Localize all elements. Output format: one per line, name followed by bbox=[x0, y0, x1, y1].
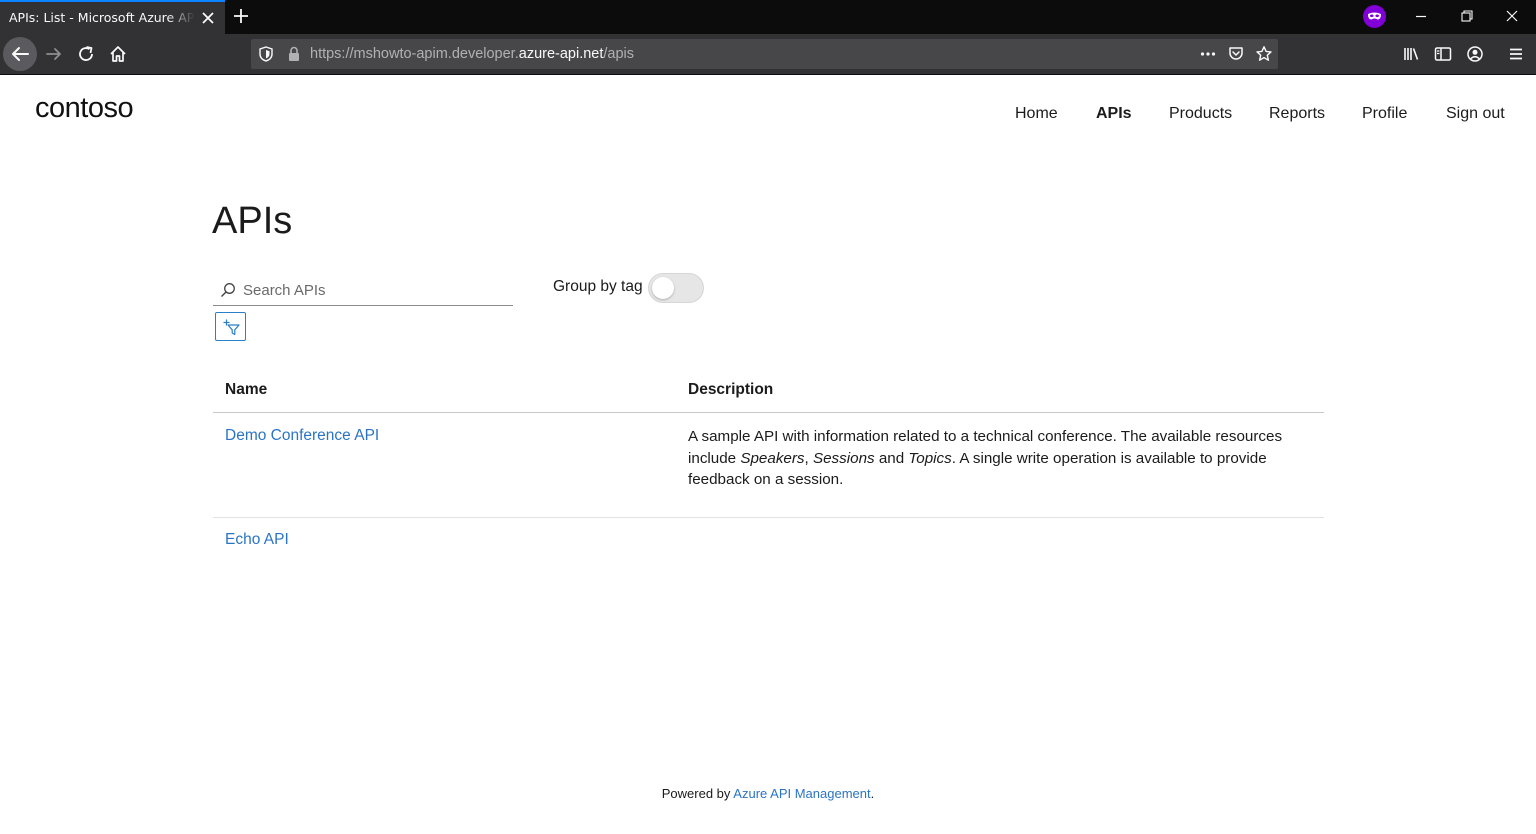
page-footer: Powered by Azure API Management. bbox=[0, 786, 1536, 801]
close-tab-icon[interactable] bbox=[200, 10, 216, 26]
reload-icon[interactable] bbox=[76, 44, 96, 64]
nav-reports[interactable]: Reports bbox=[1269, 105, 1325, 123]
arrow-left-icon bbox=[12, 47, 29, 61]
table-header-divider bbox=[213, 412, 1324, 413]
nav-apis[interactable]: APIs bbox=[1096, 105, 1132, 123]
forward-icon[interactable] bbox=[44, 44, 64, 64]
group-by-tag-label: Group by tag bbox=[553, 278, 643, 295]
browser-tab-strip: APIs: List - Microsoft Azure API Managem… bbox=[0, 0, 1536, 34]
api-link-demo-conference[interactable]: Demo Conference API bbox=[225, 427, 379, 445]
close-window-icon[interactable] bbox=[1504, 8, 1520, 24]
nav-products[interactable]: Products bbox=[1169, 105, 1232, 123]
restore-icon[interactable] bbox=[1459, 8, 1475, 24]
address-bar[interactable]: https://mshowto-apim.developer.azure-api… bbox=[251, 39, 1278, 69]
home-icon[interactable] bbox=[108, 44, 128, 64]
api-description: A sample API with information related to… bbox=[688, 428, 1283, 488]
search-box bbox=[213, 276, 513, 306]
pocket-icon[interactable] bbox=[1227, 45, 1245, 63]
hamburger-menu-icon[interactable] bbox=[1506, 44, 1526, 64]
account-icon[interactable] bbox=[1465, 44, 1485, 64]
table-row-divider bbox=[213, 517, 1324, 518]
minimize-icon[interactable] bbox=[1413, 8, 1429, 24]
column-header-description: Description bbox=[688, 381, 774, 398]
page-title: APIs bbox=[212, 200, 293, 242]
nav-profile[interactable]: Profile bbox=[1362, 105, 1407, 123]
bookmark-star-icon[interactable] bbox=[1255, 45, 1273, 63]
azure-api-management-link[interactable]: Azure API Management bbox=[733, 786, 870, 801]
private-browsing-icon bbox=[1363, 5, 1386, 28]
new-tab-icon[interactable] bbox=[231, 6, 251, 26]
toolbar-divider bbox=[0, 74, 1536, 75]
tab-title: APIs: List - Microsoft Azure API Managem… bbox=[9, 10, 195, 25]
nav-sign-out[interactable]: Sign out bbox=[1446, 105, 1505, 123]
sidebar-icon[interactable] bbox=[1433, 44, 1453, 64]
search-icon bbox=[221, 283, 235, 297]
nav-home[interactable]: Home bbox=[1015, 105, 1058, 123]
group-by-tag-toggle[interactable] bbox=[648, 273, 704, 303]
column-header-name: Name bbox=[225, 381, 268, 398]
browser-toolbar: https://mshowto-apim.developer.azure-api… bbox=[0, 34, 1536, 74]
back-button[interactable] bbox=[3, 37, 37, 71]
site-logo[interactable]: contoso bbox=[35, 92, 134, 125]
footer-suffix: . bbox=[870, 786, 875, 801]
footer-prefix: Powered by bbox=[661, 786, 734, 801]
filter-by-tags-button[interactable] bbox=[215, 312, 246, 341]
url-text[interactable]: https://mshowto-apim.developer.azure-api… bbox=[310, 46, 634, 62]
search-input[interactable] bbox=[243, 279, 508, 301]
library-icon[interactable] bbox=[1401, 44, 1421, 64]
add-filter-icon bbox=[223, 319, 240, 336]
lock-icon[interactable] bbox=[285, 45, 303, 63]
browser-tab[interactable]: APIs: List - Microsoft Azure API Managem… bbox=[0, 0, 225, 34]
shield-icon[interactable] bbox=[257, 45, 275, 63]
more-actions-icon[interactable] bbox=[1199, 45, 1217, 63]
toggle-knob bbox=[652, 277, 674, 299]
api-link-echo[interactable]: Echo API bbox=[225, 531, 289, 549]
